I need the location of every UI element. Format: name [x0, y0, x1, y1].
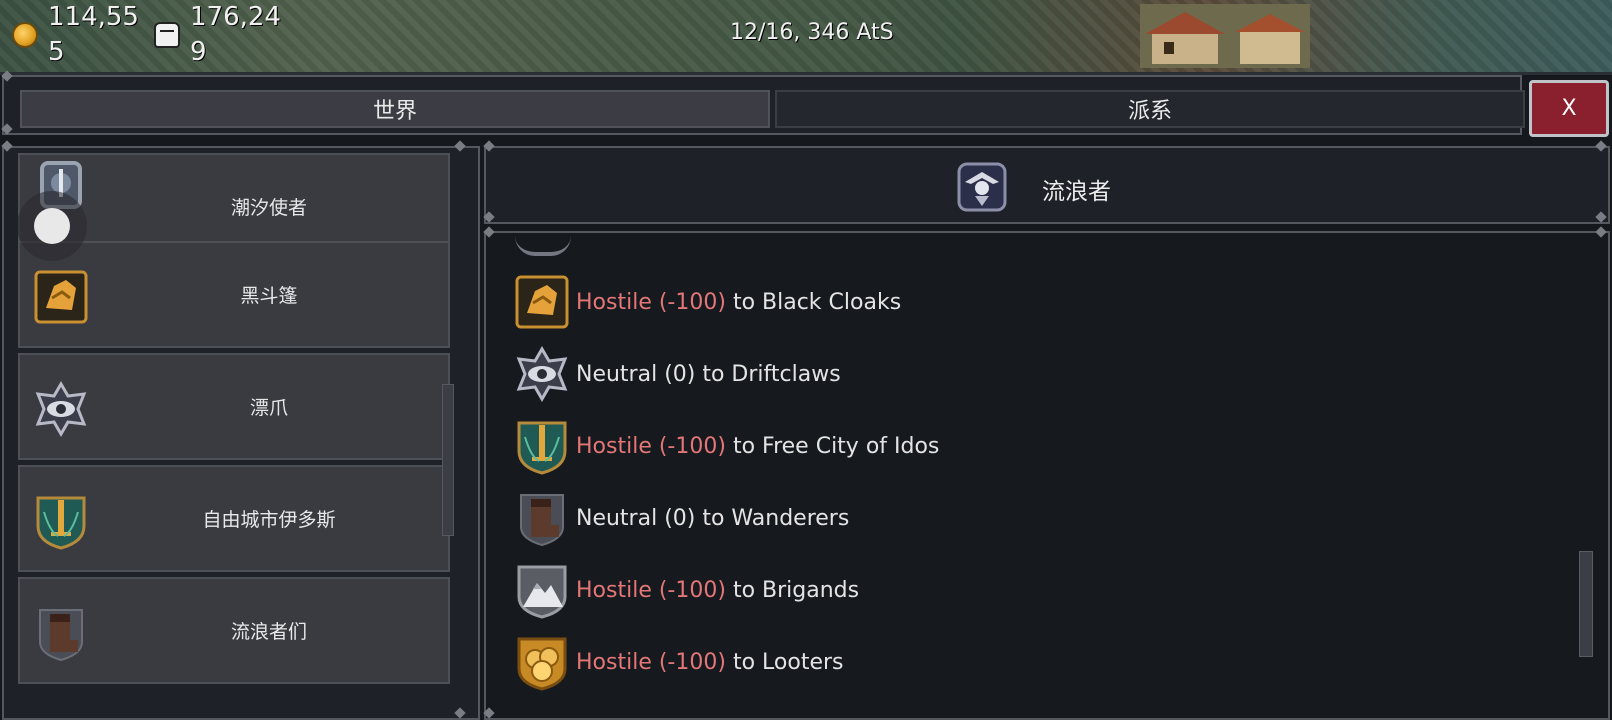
gold-resource: 114,555 [12, 0, 140, 70]
faction-name: 漂爪 [249, 397, 288, 419]
relation-target: to Brigands [725, 577, 860, 603]
gold-coin-icon [12, 22, 38, 48]
faction-item-black-cloaks[interactable]: 黑斗篷 [18, 241, 450, 348]
relation-status: Hostile (-100) [576, 433, 726, 459]
touch-indicator [17, 191, 87, 261]
relation-status: Hostile (-100) [576, 577, 726, 603]
selected-faction-name: 流浪者 [1042, 179, 1111, 205]
boot-emblem-icon [39, 609, 83, 662]
relation-status: Hostile (-100) [576, 649, 726, 675]
sword-shield-emblem-icon [517, 421, 567, 475]
relation-row: Hostile (-100) to Free City of Idos [513, 417, 939, 475]
faction-item-wanderers[interactable]: 流浪者们 [18, 577, 450, 684]
relation-target: to Free City of Idos [725, 433, 940, 459]
manpower-resource: 176,249 [154, 0, 282, 70]
left-scrollbar[interactable] [442, 384, 454, 536]
sword-shield-emblem-icon [36, 496, 86, 550]
relation-target: to Looters [725, 649, 844, 675]
tab-bar: 世界 派系 [2, 75, 1525, 135]
relation-row: Hostile (-100) to Looters [513, 633, 843, 691]
relation-row: Hostile (-100) to Black Cloaks [513, 273, 901, 331]
relation-row: Neutral (0) to Wanderers [513, 489, 849, 547]
tab-world[interactable]: 世界 [20, 90, 770, 128]
relation-target: to Wanderers [695, 505, 850, 531]
relation-status: Hostile (-100) [576, 289, 726, 315]
black-cloak-emblem-icon [34, 270, 88, 324]
relation-status: Neutral (0) [576, 361, 696, 387]
manpower-amount: 176,249 [190, 2, 281, 67]
faction-item-free-city-idos[interactable]: 自由城市伊多斯 [18, 465, 450, 572]
game-date: 12/16, 346 AtS [730, 20, 894, 45]
faction-item-driftclaws[interactable]: 漂爪 [18, 353, 450, 460]
tab-factions[interactable]: 派系 [775, 90, 1525, 128]
faction-name: 黑斗篷 [240, 285, 298, 307]
relation-row: Hostile (-100) to Brigands [513, 561, 859, 619]
boot-emblem-icon [520, 494, 564, 547]
gold-amount: 114,555 [48, 2, 139, 67]
mountain-emblem-icon [517, 565, 567, 619]
relation-row: Neutral (0) to Driftclaws [513, 345, 841, 403]
relations-scrollbar[interactable] [1579, 551, 1593, 657]
relation-target: to Driftclaws [695, 361, 841, 387]
close-button[interactable]: X [1529, 80, 1609, 137]
black-cloak-emblem-icon [515, 275, 569, 329]
relation-status: Neutral (0) [576, 505, 696, 531]
eye-emblem-icon [35, 381, 87, 437]
relation-target: to Black Cloaks [725, 289, 902, 315]
village-scenery [1140, 4, 1310, 68]
faction-name: 自由城市伊多斯 [202, 509, 336, 531]
eye-emblem-icon [516, 346, 568, 402]
faction-name: 流浪者们 [230, 621, 307, 643]
coin-pile-emblem-icon [517, 637, 567, 691]
fist-icon [154, 22, 180, 48]
wanderer-emblem-icon [957, 162, 1007, 212]
